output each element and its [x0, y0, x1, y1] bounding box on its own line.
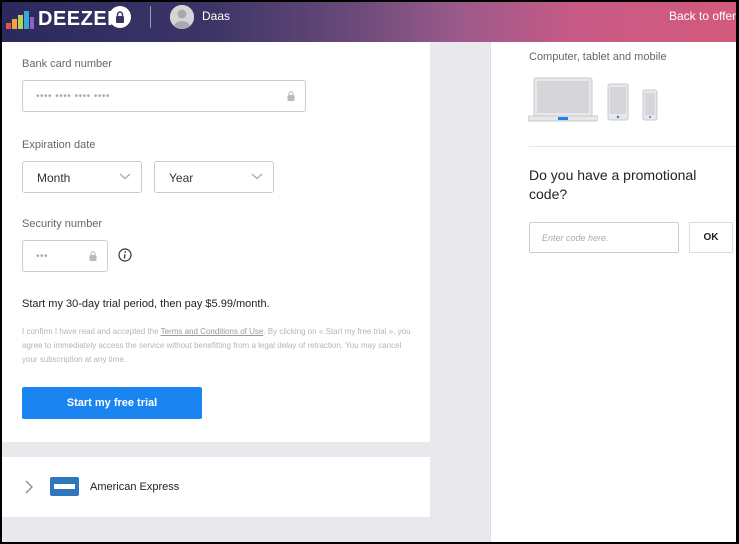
offer-sidebar: Computer, tablet and mobile Do you have …	[490, 42, 736, 542]
logo-equalizer-icon	[6, 10, 34, 29]
amex-card-icon	[50, 477, 79, 496]
avatar[interactable]	[170, 5, 194, 29]
payment-method-label: American Express	[90, 481, 180, 493]
tablet-icon	[607, 83, 629, 121]
app-window: DEEZER Daas Back to offers Bank card num…	[2, 2, 736, 542]
promo-title: Do you have a promotional code?	[529, 167, 697, 202]
card-number-input[interactable]: •••• •••• •••• ••••	[22, 80, 306, 112]
lock-icon	[287, 91, 295, 101]
phone-icon	[642, 89, 658, 121]
year-select[interactable]: Year	[154, 161, 274, 193]
card-number-label: Bank card number	[22, 58, 112, 70]
year-select-value: Year	[169, 171, 194, 185]
start-free-trial-button[interactable]: Start my free trial	[22, 387, 202, 419]
secure-lock-icon	[109, 6, 131, 28]
promo-ok-button[interactable]: OK	[689, 222, 733, 253]
promo-code-placeholder: Enter code here.	[542, 233, 609, 243]
header-bar: DEEZER Daas Back to offers	[2, 2, 736, 42]
laptop-icon	[528, 77, 598, 122]
devices-title: Computer, tablet and mobile	[529, 51, 667, 63]
chevron-down-icon	[251, 173, 263, 180]
divider	[529, 146, 736, 147]
chevron-right-icon	[25, 480, 33, 494]
legal-disclaimer: I confirm I have read and accepted the T…	[22, 325, 417, 367]
month-select-value: Month	[37, 171, 71, 185]
month-select[interactable]: Month	[22, 161, 142, 193]
payment-method-amex[interactable]: American Express	[2, 457, 430, 517]
security-label: Security number	[22, 218, 103, 230]
promo-code-input[interactable]: Enter code here.	[529, 222, 679, 253]
deezer-logo[interactable]: DEEZER	[6, 8, 122, 31]
lock-icon	[89, 251, 97, 261]
back-to-offers-link[interactable]: Back to offers	[669, 9, 736, 23]
info-icon[interactable]	[118, 248, 132, 262]
expiration-label: Expiration date	[22, 139, 96, 151]
security-number-input[interactable]: •••	[22, 240, 108, 272]
header-divider	[150, 6, 151, 28]
chevron-down-icon	[119, 173, 131, 180]
card-number-placeholder: •••• •••• •••• ••••	[36, 91, 110, 102]
trial-terms-text: Start my 30-day trial period, then pay $…	[22, 298, 270, 310]
payment-form: Bank card number •••• •••• •••• •••• Exp…	[2, 42, 430, 442]
security-placeholder: •••	[36, 251, 49, 262]
terms-link[interactable]: Terms and Conditions of Use	[161, 327, 264, 336]
username[interactable]: Daas	[202, 9, 230, 23]
legal-text-start: I confirm I have read and accepted the	[22, 327, 161, 336]
